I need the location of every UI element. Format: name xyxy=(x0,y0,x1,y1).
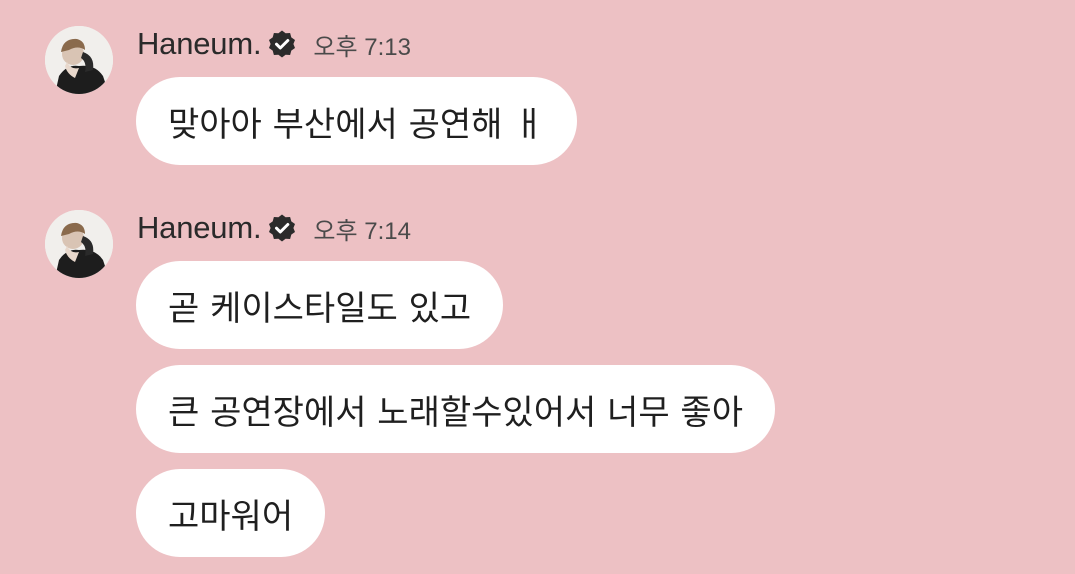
message-meta: Haneum. 오후 7:13 xyxy=(137,24,411,64)
message-timestamp: 오후 7:13 xyxy=(313,33,411,61)
chat-thread: Haneum. 오후 7:13 맞아아 부산에서 공연해 ㅐ Haneum. 오… xyxy=(0,0,1075,574)
sender-name[interactable]: Haneum. xyxy=(137,210,262,246)
avatar[interactable] xyxy=(45,210,113,278)
message-meta: Haneum. 오후 7:14 xyxy=(137,208,411,248)
message-bubble[interactable]: 곧 케이스타일도 있고 xyxy=(136,261,504,349)
message-bubble[interactable]: 맞아아 부산에서 공연해 ㅐ xyxy=(136,77,577,165)
avatar-photo-icon xyxy=(45,210,113,278)
avatar-photo-icon xyxy=(45,26,113,94)
verified-badge-icon xyxy=(267,213,297,243)
avatar[interactable] xyxy=(45,26,113,94)
message-timestamp: 오후 7:14 xyxy=(313,217,411,245)
message-bubble[interactable]: 고마워어 xyxy=(136,469,326,557)
message-bubble[interactable]: 큰 공연장에서 노래할수있어서 너무 좋아 xyxy=(136,365,775,453)
verified-badge-icon xyxy=(267,29,297,59)
sender-name[interactable]: Haneum. xyxy=(137,26,262,62)
